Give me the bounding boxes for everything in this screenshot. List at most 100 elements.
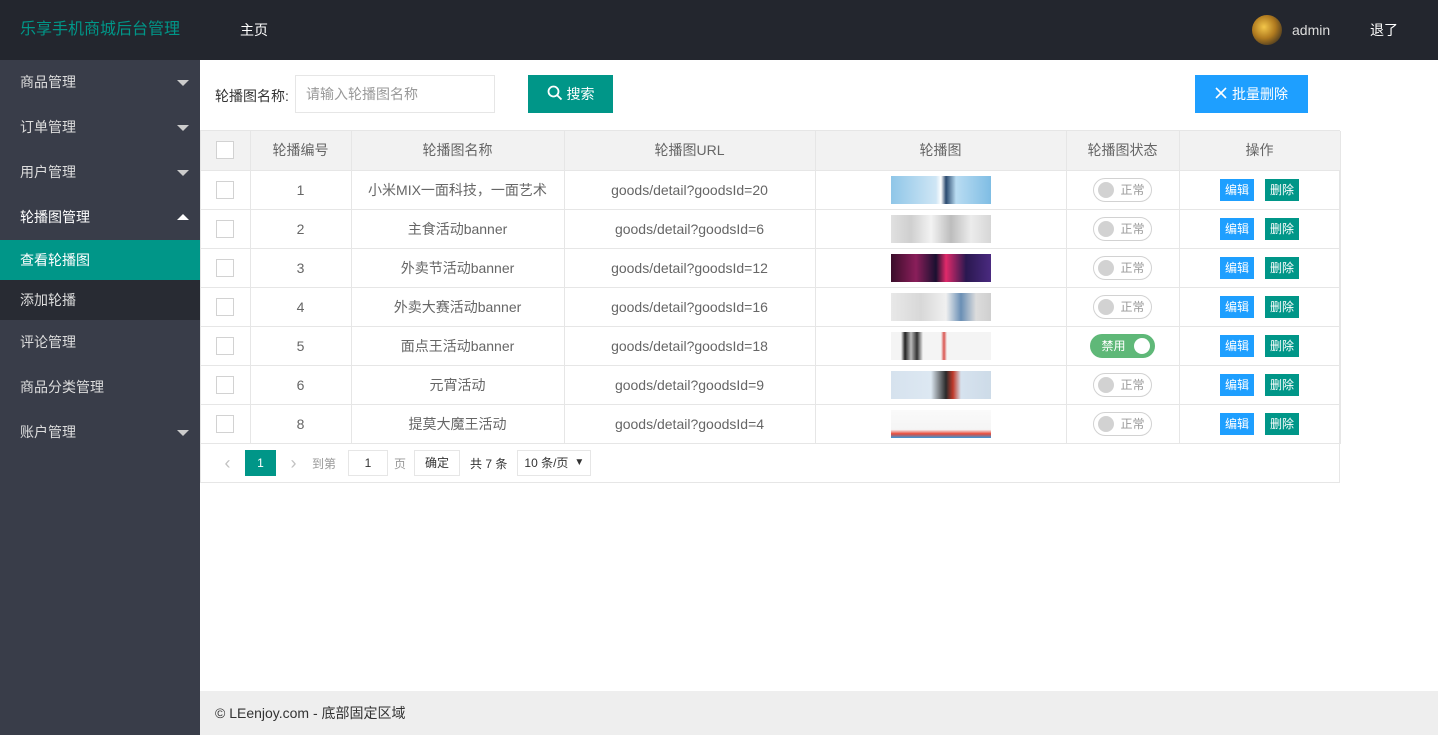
sidebar-item-comments[interactable]: 评论管理 [0, 320, 200, 365]
search-input[interactable] [295, 75, 495, 113]
status-switch[interactable]: 正常 [1093, 177, 1152, 202]
app-logo[interactable]: 乐享手机商城后台管理 [20, 0, 180, 60]
switch-knob [1098, 415, 1115, 432]
banner-id: 1 [249, 169, 352, 210]
sidebar-item-categories[interactable]: 商品分类管理 [0, 365, 200, 410]
banner-name: 小米MIX一面科技，一面艺术 [350, 169, 565, 210]
edit-button[interactable]: 编辑 [1219, 178, 1254, 201]
row-checkbox[interactable] [216, 336, 235, 355]
sidebar-item-orders[interactable]: 订单管理 [0, 105, 200, 150]
edit-button[interactable]: 编辑 [1219, 334, 1254, 357]
banner-name: 主食活动banner [350, 208, 565, 249]
status-switch[interactable]: 正常 [1093, 255, 1152, 280]
sidebar-item-goods[interactable]: 商品管理 [0, 60, 200, 105]
banner-id: 5 [249, 325, 352, 366]
banner-url: goods/detail?goodsId=20 [563, 169, 816, 210]
banner-id: 6 [249, 364, 352, 405]
banner-thumbnail [890, 175, 991, 204]
status-switch[interactable]: 正常 [1093, 216, 1152, 241]
switch-knob [1098, 259, 1115, 276]
next-page-icon[interactable]: › [281, 453, 306, 474]
sidebar-item-banners[interactable]: 轮播图管理 [0, 195, 200, 240]
table-row: 1 小米MIX一面科技，一面艺术 goods/detail?goodsId=20… [201, 169, 1341, 210]
row-checkbox[interactable] [216, 297, 235, 316]
search-button-label: 搜索 [566, 86, 595, 102]
column-header: 操作 [1178, 131, 1341, 171]
goto-page-input[interactable]: 1 [348, 450, 389, 476]
switch-knob [1098, 298, 1115, 315]
delete-button[interactable]: 删除 [1265, 373, 1300, 396]
switch-knob [1098, 181, 1115, 198]
column-header: 轮播图 [814, 131, 1067, 171]
switch-knob [1098, 376, 1115, 393]
banner-url: goods/detail?goodsId=9 [563, 364, 816, 405]
top-header: 乐享手机商城后台管理 主页 admin 退了 [0, 0, 1438, 60]
goto-confirm-button[interactable]: 确定 [414, 450, 461, 476]
status-switch[interactable]: 正常 [1093, 372, 1152, 397]
edit-button[interactable]: 编辑 [1219, 295, 1254, 318]
status-label: 正常 [1120, 299, 1145, 314]
delete-button[interactable]: 删除 [1265, 412, 1300, 435]
user-menu[interactable]: admin [1252, 15, 1330, 45]
sidebar-item-label: 评论管理 [20, 334, 76, 350]
username[interactable]: admin [1292, 22, 1330, 38]
banner-thumbnail [890, 292, 991, 321]
status-switch[interactable]: 正常 [1093, 294, 1152, 319]
edit-button[interactable]: 编辑 [1219, 217, 1254, 240]
edit-button[interactable]: 编辑 [1219, 256, 1254, 279]
banner-url: goods/detail?goodsId=18 [563, 325, 816, 366]
status-label: 正常 [1120, 260, 1145, 275]
sidebar-subitem-view-banners[interactable]: 查看轮播图 [0, 240, 200, 280]
caret-up-icon [177, 214, 189, 220]
banner-url: goods/detail?goodsId=4 [563, 403, 816, 444]
status-label: 禁用 [1101, 338, 1126, 353]
banner-thumbnail [890, 409, 991, 438]
close-icon [1215, 86, 1227, 102]
sidebar-item-label: 订单管理 [20, 119, 76, 135]
search-button[interactable]: 搜索 [528, 75, 613, 113]
edit-button[interactable]: 编辑 [1219, 373, 1254, 396]
banner-id: 2 [249, 208, 352, 249]
sidebar-item-label: 商品管理 [20, 74, 76, 90]
delete-button[interactable]: 删除 [1265, 178, 1300, 201]
banner-thumbnail [890, 370, 991, 399]
row-checkbox[interactable] [216, 375, 235, 394]
banner-thumbnail [890, 253, 991, 282]
status-switch[interactable]: 正常 [1093, 411, 1152, 436]
row-checkbox[interactable] [216, 258, 235, 277]
sidebar-item-users[interactable]: 用户管理 [0, 150, 200, 195]
sidebar-submenu-banners: 查看轮播图 添加轮播 [0, 240, 200, 320]
status-switch[interactable]: 禁用 [1090, 333, 1155, 358]
sidebar-item-label: 轮播图管理 [20, 209, 90, 225]
current-page[interactable]: 1 [245, 450, 276, 476]
banner-id: 8 [249, 403, 352, 444]
banner-id: 4 [249, 286, 352, 327]
banner-thumbnail [890, 331, 991, 360]
search-label: 轮播图名称: [215, 88, 289, 104]
row-checkbox[interactable] [216, 180, 235, 199]
edit-button[interactable]: 编辑 [1219, 412, 1254, 435]
banner-url: goods/detail?goodsId=12 [563, 247, 816, 288]
column-header: 轮播图URL [563, 131, 816, 171]
select-all-checkbox[interactable] [216, 141, 235, 160]
nav-home-link[interactable]: 主页 [240, 0, 268, 60]
prev-page-icon[interactable]: ‹ [215, 453, 240, 474]
avatar[interactable] [1252, 15, 1282, 45]
select-all-cell [201, 131, 251, 171]
table-row: 3 外卖节活动banner goods/detail?goodsId=12 正常… [201, 247, 1341, 288]
logout-link[interactable]: 退了 [1370, 0, 1398, 60]
status-label: 正常 [1120, 221, 1145, 236]
sidebar-subitem-add-banner[interactable]: 添加轮播 [0, 280, 200, 320]
delete-button[interactable]: 删除 [1265, 217, 1300, 240]
delete-button[interactable]: 删除 [1265, 295, 1300, 318]
row-checkbox[interactable] [216, 414, 235, 433]
delete-button[interactable]: 删除 [1265, 334, 1300, 357]
table-row: 8 提莫大魔王活动 goods/detail?goodsId=4 正常 编辑 删除 [201, 403, 1341, 444]
batch-delete-button[interactable]: 批量删除 [1195, 75, 1308, 113]
column-header: 轮播图名称 [350, 131, 565, 171]
delete-button[interactable]: 删除 [1265, 256, 1300, 279]
page-size-select[interactable]: 10 条/页 ▼ [517, 450, 592, 476]
switch-knob [1133, 337, 1150, 354]
sidebar-item-accounts[interactable]: 账户管理 [0, 410, 200, 455]
row-checkbox[interactable] [216, 219, 235, 238]
